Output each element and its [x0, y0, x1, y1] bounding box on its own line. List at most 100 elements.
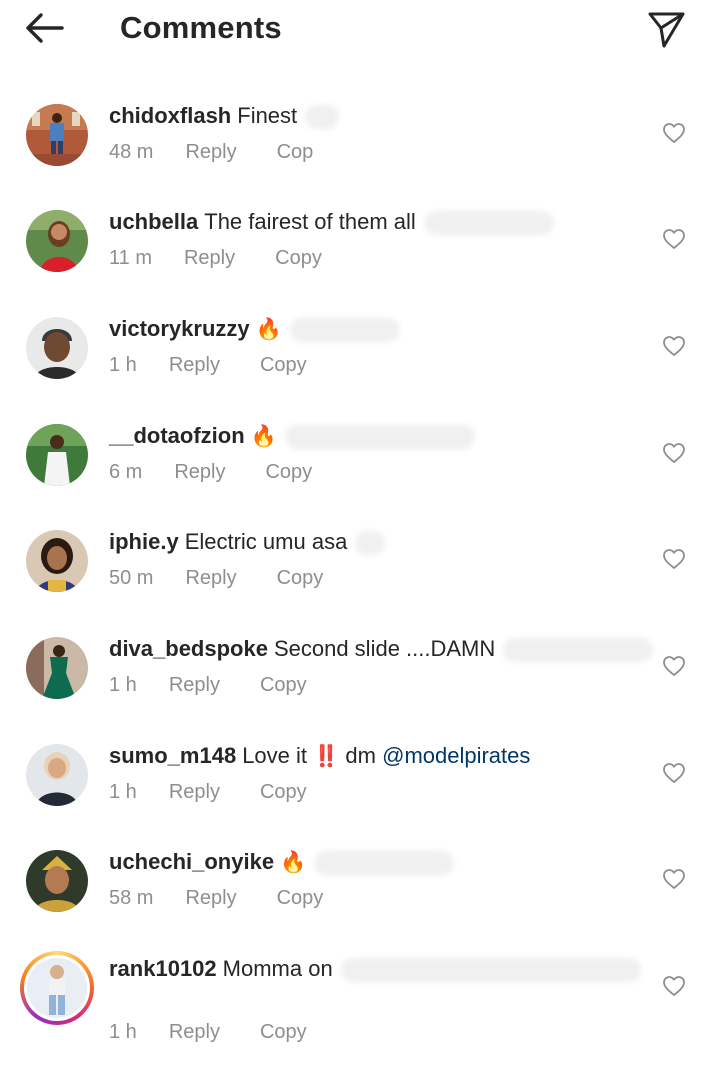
copy-button[interactable]: Copy [277, 885, 324, 911]
comment-text: Second slide ....DAMN [273, 636, 496, 661]
like-button[interactable] [662, 547, 686, 571]
comment-item: victorykruzzy 🔥 1 h Reply Copy [0, 311, 720, 417]
copy-button[interactable]: Copy [260, 672, 307, 698]
heart-icon [663, 869, 685, 889]
reply-button[interactable]: Reply [184, 245, 235, 271]
like-button[interactable] [662, 761, 686, 785]
comment-time: 1 h [109, 354, 137, 376]
comment-time: 48 m [109, 141, 154, 163]
comment-time: 50 m [109, 567, 154, 589]
comment-username[interactable]: uchbella [109, 209, 198, 234]
comment-item: uchbella The fairest of them all 11 m Repl… [0, 204, 720, 310]
redacted-area [503, 638, 654, 663]
comment-username[interactable]: chidoxflash [109, 103, 231, 128]
avatar-story-ring[interactable] [20, 951, 94, 1025]
comment-username[interactable]: sumo_m148 [109, 743, 236, 768]
share-button[interactable] [644, 6, 690, 50]
like-button[interactable] [662, 227, 686, 251]
avatar[interactable] [26, 210, 88, 272]
comment-line: victorykruzzy 🔥 [109, 315, 400, 344]
heart-icon [663, 763, 685, 783]
comment-username[interactable]: __dotaofzion [109, 423, 245, 448]
comment-time: 1 h [109, 781, 137, 803]
comment-meta: 58 m Reply Copy [109, 885, 323, 911]
copy-button[interactable]: Cop [277, 139, 314, 165]
page-title: Comments [120, 10, 282, 45]
heart-icon [663, 229, 685, 249]
comment-meta: 48 m Reply Cop [109, 139, 313, 165]
comment-username[interactable]: diva_bedspoke [109, 636, 268, 661]
like-button[interactable] [662, 121, 686, 145]
comment-meta: 1 h Reply Copy [109, 352, 307, 378]
comment-time: 6 m [109, 461, 143, 483]
comment-username[interactable]: victorykruzzy [109, 316, 250, 341]
comment-line: rank10102 Momma on [109, 955, 641, 983]
reply-button[interactable]: Reply [185, 565, 236, 591]
like-button[interactable] [662, 334, 686, 358]
comment-time: 1 h [109, 674, 137, 696]
comment-text-2: dm [345, 743, 376, 768]
comment-line: iphie.y Electric umu asa [109, 528, 386, 556]
comment-meta: 1 h Reply Copy [109, 1019, 307, 1045]
paper-plane-icon [648, 12, 685, 48]
avatar[interactable] [26, 637, 88, 699]
comment-line: uchbella The fairest of them all [109, 208, 554, 236]
header-bar: Comments [0, 0, 720, 56]
heart-icon [663, 976, 685, 996]
reply-button[interactable]: Reply [169, 779, 220, 805]
reply-button[interactable]: Reply [169, 352, 220, 378]
comment-meta: 11 m Reply Copy [109, 245, 322, 271]
comment-line: __dotaofzion 🔥 [109, 422, 475, 451]
copy-button[interactable]: Copy [260, 352, 307, 378]
reply-button[interactable]: Reply [185, 885, 236, 911]
redacted-area [289, 318, 400, 343]
comment-username[interactable]: uchechi_onyike [109, 849, 274, 874]
comment-text: The fairest of them all [204, 209, 416, 234]
comment-meta: 50 m Reply Copy [109, 565, 323, 591]
comment-meta: 6 m Reply Copy [109, 459, 312, 485]
avatar[interactable] [26, 744, 88, 806]
reply-button[interactable]: Reply [185, 139, 236, 165]
redacted-area [355, 531, 386, 556]
avatar[interactable] [26, 104, 88, 166]
copy-button[interactable]: Copy [275, 245, 322, 271]
comment-text: Electric umu asa [184, 529, 348, 554]
arrow-left-icon [26, 13, 64, 43]
reply-button[interactable]: Reply [174, 459, 225, 485]
avatar[interactable] [26, 317, 88, 379]
like-button[interactable] [662, 867, 686, 891]
comment-line: diva_bedspoke Second slide ....DAMN [109, 635, 654, 663]
mention-link[interactable]: @modelpirates [382, 743, 530, 768]
comment-text: Love it [242, 743, 308, 768]
redacted-area [284, 425, 475, 450]
back-button[interactable] [22, 8, 70, 48]
redacted-area [423, 211, 554, 236]
comment-username[interactable]: iphie.y [109, 529, 179, 554]
heart-icon [663, 336, 685, 356]
redacted-area [340, 958, 641, 983]
copy-button[interactable]: Copy [277, 565, 324, 591]
comment-item: diva_bedspoke Second slide ....DAMN 1 h Re… [0, 631, 720, 737]
comment-line: uchechi_onyike 🔥 [109, 848, 455, 877]
fire-emoji: 🔥 [255, 318, 282, 341]
double-exclamation-emoji: ‼️ [313, 745, 340, 768]
comment-time: 58 m [109, 887, 154, 909]
avatar[interactable] [26, 850, 88, 912]
copy-button[interactable]: Copy [260, 1019, 307, 1045]
comment-item: __dotaofzion 🔥 6 m Reply Copy [0, 418, 720, 524]
reply-button[interactable]: Reply [169, 672, 220, 698]
avatar[interactable] [26, 424, 88, 486]
copy-button[interactable]: Copy [265, 459, 312, 485]
copy-button[interactable]: Copy [260, 779, 307, 805]
redacted-area [314, 851, 455, 876]
avatar[interactable] [26, 530, 88, 592]
like-button[interactable] [662, 654, 686, 678]
like-button[interactable] [662, 974, 686, 998]
comment-username[interactable]: rank10102 [109, 956, 217, 981]
redacted-area [305, 105, 340, 130]
comment-meta: 1 h Reply Copy [109, 672, 307, 698]
comment-item: sumo_m148 Love it ‼️ dm @modelpirates 1 h… [0, 738, 720, 844]
reply-button[interactable]: Reply [169, 1019, 220, 1045]
comment-item: chidoxflash Finest 48 m Reply Cop [0, 98, 720, 204]
like-button[interactable] [662, 441, 686, 465]
